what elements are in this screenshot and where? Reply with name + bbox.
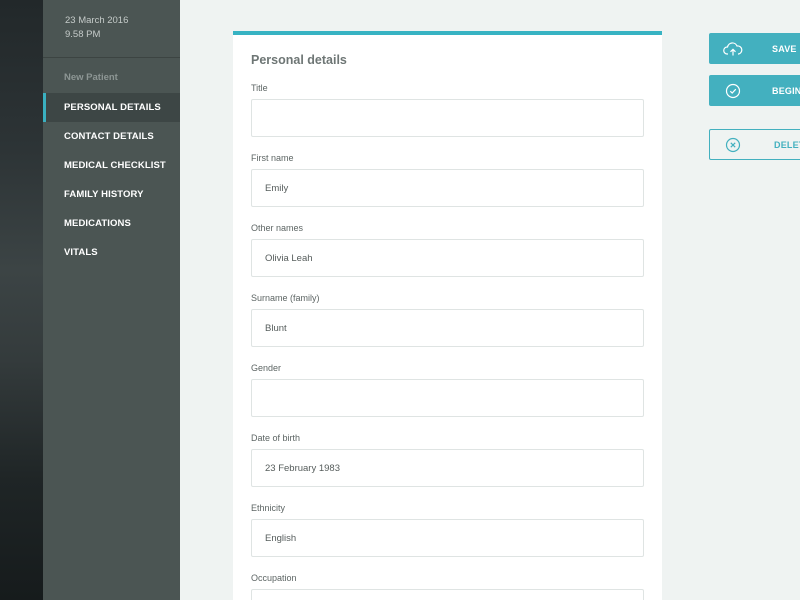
section-label: New Patient: [64, 72, 118, 83]
other-names-field-group: Other names: [251, 222, 644, 277]
delete-button[interactable]: DELETE: [709, 129, 800, 160]
title-label: Title: [251, 83, 268, 93]
occupation-label: Occupation: [251, 573, 297, 583]
first-name-field-group: First name: [251, 152, 644, 207]
current-time: 9.58 PM: [65, 29, 101, 40]
other-names-label: Other names: [251, 223, 304, 233]
occupation-input[interactable]: [251, 589, 644, 600]
sidebar: 23 March 2016 9.58 PM New Patient PERSON…: [43, 0, 180, 600]
sidebar-nav: PERSONAL DETAILS CONTACT DETAILS MEDICAL…: [43, 93, 180, 267]
title-field-group: Title: [251, 82, 644, 137]
datetime-block: 23 March 2016 9.58 PM: [43, 0, 180, 58]
cloud-upload-icon: [721, 37, 745, 61]
sidebar-item-contact-details[interactable]: CONTACT DETAILS: [43, 122, 180, 151]
current-date: 23 March 2016: [65, 15, 129, 26]
date-of-birth-input[interactable]: [251, 449, 644, 487]
gender-field-group: Gender: [251, 362, 644, 417]
save-button[interactable]: SAVE: [709, 33, 800, 64]
delete-label: DELETE: [774, 139, 800, 150]
date-of-birth-field-group: Date of birth: [251, 432, 644, 487]
personal-details-form: Personal details Title First name Other …: [233, 31, 662, 600]
sidebar-item-personal-details[interactable]: PERSONAL DETAILS: [43, 93, 180, 122]
sidebar-item-vitals[interactable]: VITALS: [43, 238, 180, 267]
ethnicity-input[interactable]: [251, 519, 644, 557]
first-name-input[interactable]: [251, 169, 644, 207]
x-circle-icon: [721, 133, 745, 157]
surname-input[interactable]: [251, 309, 644, 347]
other-names-input[interactable]: [251, 239, 644, 277]
ethnicity-label: Ethnicity: [251, 503, 286, 513]
sidebar-item-medical-checklist[interactable]: MEDICAL CHECKLIST: [43, 151, 180, 180]
begin-label: BEGIN: [772, 85, 800, 96]
form-title: Personal details: [251, 53, 347, 67]
sidebar-item-medications[interactable]: MEDICATIONS: [43, 209, 180, 238]
check-circle-icon: [721, 79, 745, 103]
ethnicity-field-group: Ethnicity: [251, 502, 644, 557]
save-label: SAVE: [772, 43, 797, 54]
background-photo: [0, 0, 43, 600]
gender-input[interactable]: [251, 379, 644, 417]
occupation-field-group: Occupation: [251, 572, 644, 600]
begin-button[interactable]: BEGIN: [709, 75, 800, 106]
title-input[interactable]: [251, 99, 644, 137]
sidebar-item-family-history[interactable]: FAMILY HISTORY: [43, 180, 180, 209]
gender-label: Gender: [251, 363, 282, 373]
surname-label: Surname (family): [251, 293, 320, 303]
date-of-birth-label: Date of birth: [251, 433, 301, 443]
surname-field-group: Surname (family): [251, 292, 644, 347]
first-name-label: First name: [251, 153, 294, 163]
